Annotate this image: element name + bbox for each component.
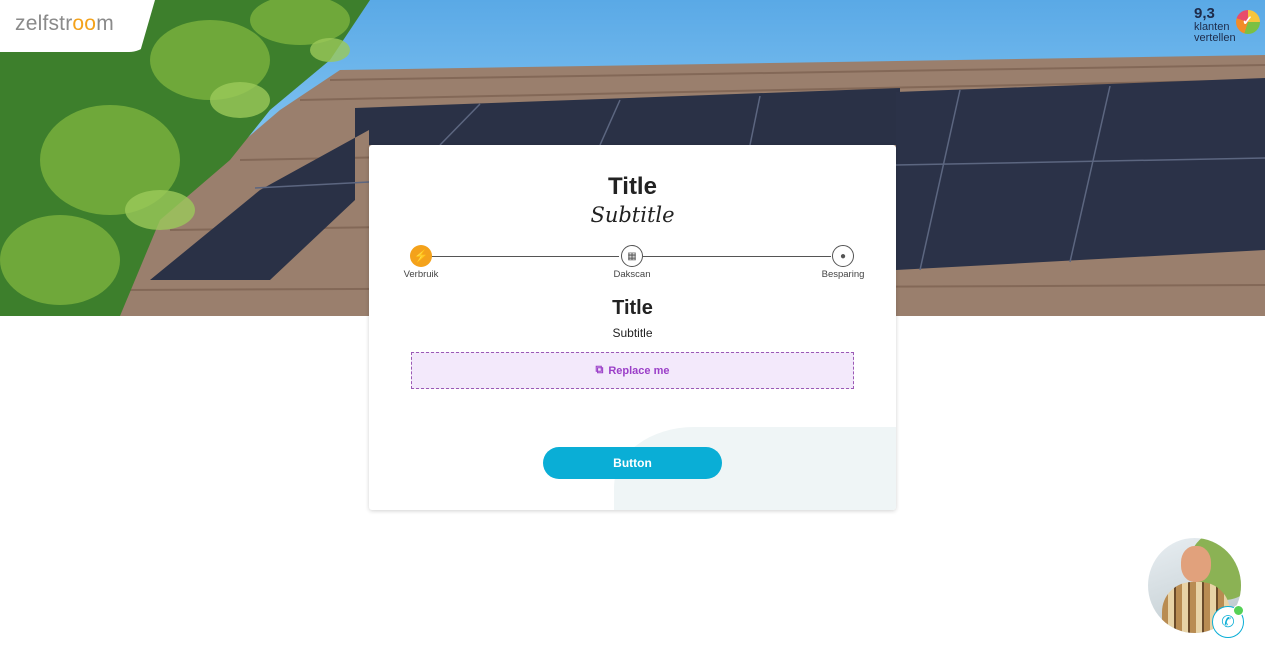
step-connector <box>643 256 831 257</box>
step-besparing[interactable]: ● Besparing <box>813 245 873 280</box>
customer-rating[interactable]: 9,3 klanten vertellen <box>1194 6 1236 44</box>
primary-button[interactable]: Button <box>543 447 722 479</box>
section-subtitle: Subtitle <box>612 326 653 340</box>
solar-panel-icon: ▦ <box>621 245 643 267</box>
rating-line-2: vertellen <box>1194 32 1236 44</box>
replace-placeholder[interactable]: ⧉ Replace me <box>411 352 854 389</box>
progress-steps: ⚡ Verbruik ▦ Dakscan ● Besparing <box>399 245 866 285</box>
lightning-icon: ⚡ <box>410 245 432 267</box>
zelfstroom-logo[interactable]: zelfstroom <box>15 12 114 36</box>
replace-label: Replace me <box>608 364 670 377</box>
step-connector <box>431 256 619 257</box>
form-card: Title Subtitle ⚡ Verbruik ▦ Dakscan ● Be… <box>369 145 896 510</box>
step-verbruik[interactable]: ⚡ Verbruik <box>391 245 451 280</box>
rating-score: 9,3 <box>1194 5 1215 22</box>
piggy-bank-icon: ● <box>832 245 854 267</box>
step-label: Verbruik <box>403 269 439 280</box>
card-title: Title <box>608 173 657 200</box>
step-label: Dakscan <box>613 269 651 280</box>
avatar-head <box>1181 546 1211 582</box>
section-title: Title <box>612 297 653 319</box>
rating-badge-icon <box>1236 10 1260 34</box>
step-dakscan[interactable]: ▦ Dakscan <box>602 245 662 280</box>
step-label: Besparing <box>821 269 865 280</box>
card-subtitle: Subtitle <box>590 203 675 227</box>
replace-icon: ⧉ <box>595 364 604 376</box>
online-status-indicator <box>1233 605 1244 616</box>
